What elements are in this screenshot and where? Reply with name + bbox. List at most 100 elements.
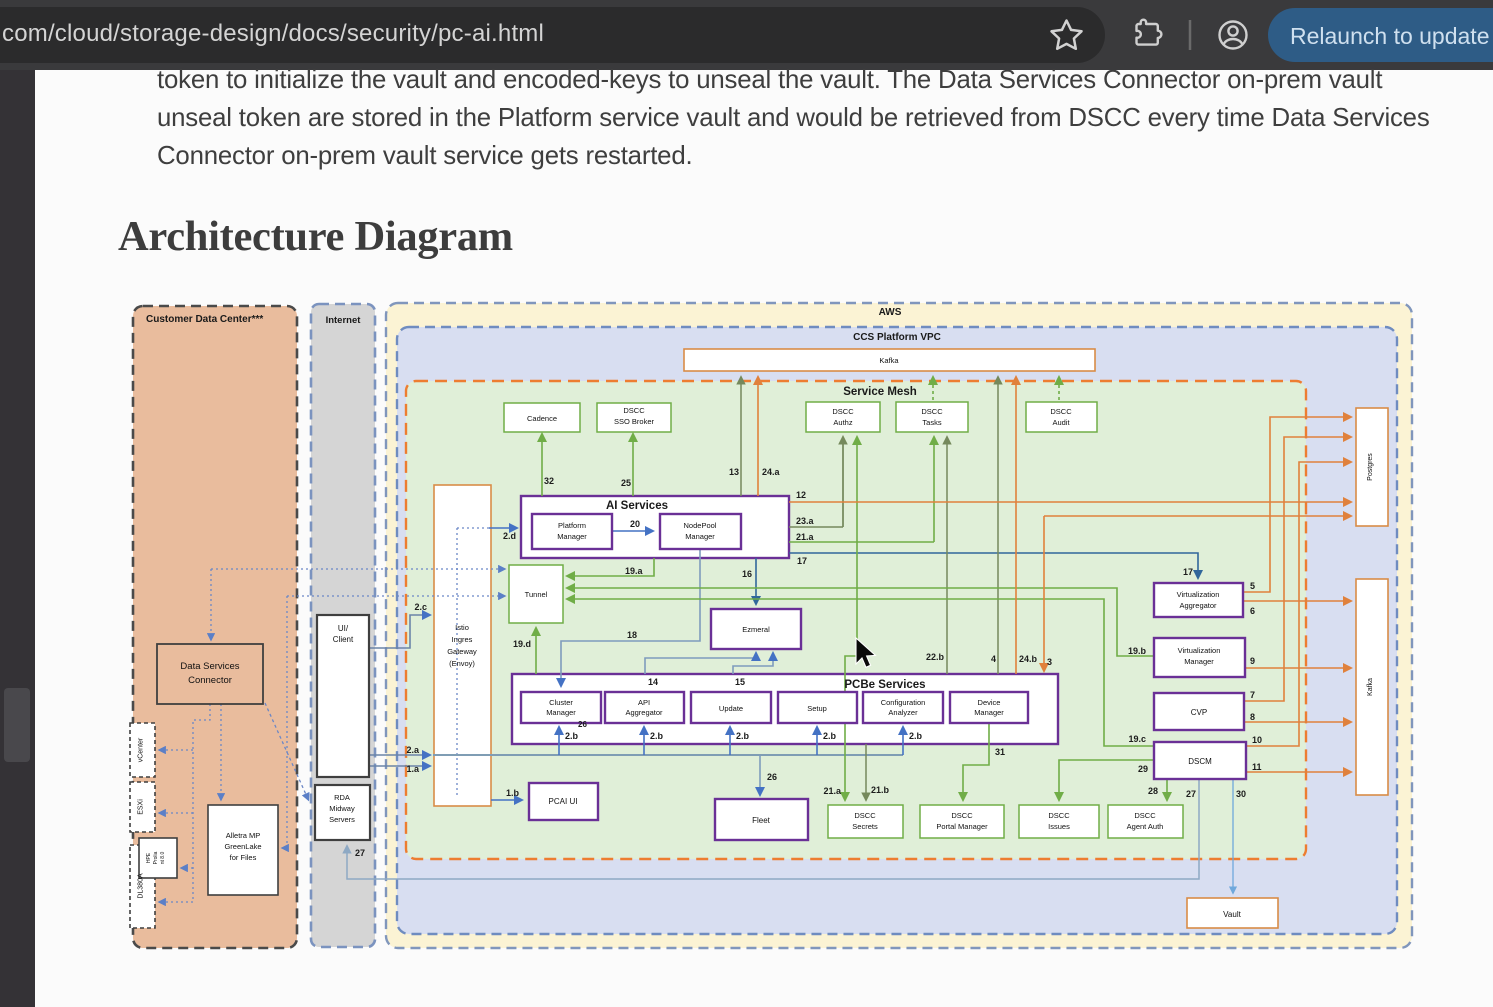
svg-text:(Envoy): (Envoy) [449,659,475,668]
svg-text:7: 7 [1250,690,1255,700]
svg-text:RDA: RDA [334,793,350,802]
svg-text:Agent Auth: Agent Auth [1127,822,1164,831]
svg-text:Cluster: Cluster [549,698,573,707]
svg-text:26: 26 [767,772,777,782]
svg-text:Midway: Midway [329,804,355,813]
svg-text:12: 12 [796,490,806,500]
svg-text:nt 8.0: nt 8.0 [160,852,166,865]
svg-text:API: API [638,698,650,707]
svg-text:2.d: 2.d [503,531,516,541]
svg-text:Aggregator: Aggregator [625,708,663,717]
svg-text:2.b: 2.b [650,731,664,741]
svg-text:Kafka: Kafka [1367,678,1374,696]
svg-text:GreenLake: GreenLake [224,842,261,851]
svg-text:19.c: 19.c [1128,734,1146,744]
svg-text:PCAI UI: PCAI UI [549,797,578,806]
svg-text:DSCC: DSCC [1048,811,1070,820]
svg-text:10: 10 [1252,735,1262,745]
svg-text:2.c: 2.c [414,602,427,612]
svg-text:DSCC: DSCC [854,811,876,820]
svg-text:Platform: Platform [558,521,586,530]
svg-text:PCBe Services: PCBe Services [844,679,925,691]
svg-text:31: 31 [995,747,1005,757]
svg-text:2.b: 2.b [565,731,579,741]
svg-text:19.b: 19.b [1128,646,1147,656]
svg-text:Data Services: Data Services [180,661,239,672]
svg-text:Manager: Manager [685,532,715,541]
svg-text:6: 6 [1250,606,1255,616]
svg-text:28: 28 [1148,786,1158,796]
svg-text:19.d: 19.d [513,639,531,649]
svg-text:22.b: 22.b [926,652,945,662]
svg-text:1.b: 1.b [506,788,520,798]
svg-text:Ingres: Ingres [452,635,473,644]
svg-text:21.a: 21.a [796,532,815,542]
svg-text:CCS Platform VPC: CCS Platform VPC [853,332,941,343]
svg-text:9: 9 [1250,656,1255,666]
svg-text:21.b: 21.b [871,785,890,795]
svg-text:21.a: 21.a [823,786,842,796]
svg-text:17: 17 [797,556,807,566]
svg-text:Audit: Audit [1052,418,1070,427]
svg-text:Authz: Authz [833,418,852,427]
svg-text:Fleet: Fleet [752,816,771,825]
svg-text:Postgres: Postgres [1367,453,1374,481]
svg-text:25: 25 [621,478,631,488]
svg-text:Aggregator: Aggregator [1179,601,1217,610]
svg-text:15: 15 [735,677,745,687]
svg-text:Servers: Servers [329,815,355,824]
svg-text:13: 13 [729,467,739,477]
svg-text:CVP: CVP [1191,708,1207,717]
svg-text:24.a: 24.a [762,467,781,477]
svg-text:NodePool: NodePool [684,521,717,530]
svg-text:ESXi: ESXi [138,799,145,815]
svg-text:8: 8 [1250,712,1255,722]
svg-text:Configuration: Configuration [881,698,926,707]
svg-text:Update: Update [719,704,743,713]
svg-text:Customer Data Center***: Customer Data Center*** [146,314,263,325]
svg-text:24.b: 24.b [1019,654,1038,664]
svg-text:Connector: Connector [188,675,232,686]
svg-text:Issues: Issues [1048,822,1070,831]
svg-text:DSCM: DSCM [1188,757,1212,766]
svg-text:Manager: Manager [1184,657,1214,666]
svg-text:27: 27 [355,848,365,858]
svg-text:DSCC: DSCC [1134,811,1156,820]
svg-text:vCenter: vCenter [138,737,145,762]
svg-text:DSCC: DSCC [623,406,645,415]
svg-text:DSCC: DSCC [832,407,854,416]
svg-text:Prolia: Prolia [153,851,159,864]
svg-text:4: 4 [991,654,996,664]
svg-text:30: 30 [1236,789,1246,799]
svg-text:Secrets: Secrets [852,822,878,831]
svg-text:2.b: 2.b [736,731,750,741]
svg-text:19.a: 19.a [625,566,644,576]
svg-text:DL380A: DL380A [138,873,145,899]
svg-text:23.a: 23.a [796,516,815,526]
svg-text:DSCC: DSCC [1050,407,1072,416]
svg-text:Manager: Manager [546,708,576,717]
svg-text:DSCC: DSCC [921,407,943,416]
svg-text:SSO Broker: SSO Broker [614,417,655,426]
svg-text:UI/: UI/ [338,624,349,633]
svg-text:Istio: Istio [455,623,469,632]
svg-text:32: 32 [544,476,554,486]
svg-text:Setup: Setup [807,704,827,713]
svg-text:14: 14 [648,677,658,687]
svg-text:AWS: AWS [879,307,902,318]
svg-text:2.b: 2.b [909,731,923,741]
svg-text:5: 5 [1250,581,1255,591]
svg-text:3: 3 [1047,657,1052,667]
svg-text:Ezmeral: Ezmeral [742,625,770,634]
svg-text:Device: Device [978,698,1001,707]
svg-text:AI Services: AI Services [606,500,668,512]
svg-text:Client: Client [333,635,354,644]
svg-text:Service Mesh: Service Mesh [843,386,917,398]
svg-text:20: 20 [630,519,640,529]
svg-text:Vault: Vault [1223,910,1241,919]
svg-text:16: 16 [742,569,752,579]
svg-text:DSCC: DSCC [951,811,973,820]
svg-text:11: 11 [1252,762,1262,772]
svg-text:Tasks: Tasks [922,418,941,427]
svg-text:for Files: for Files [230,853,257,862]
